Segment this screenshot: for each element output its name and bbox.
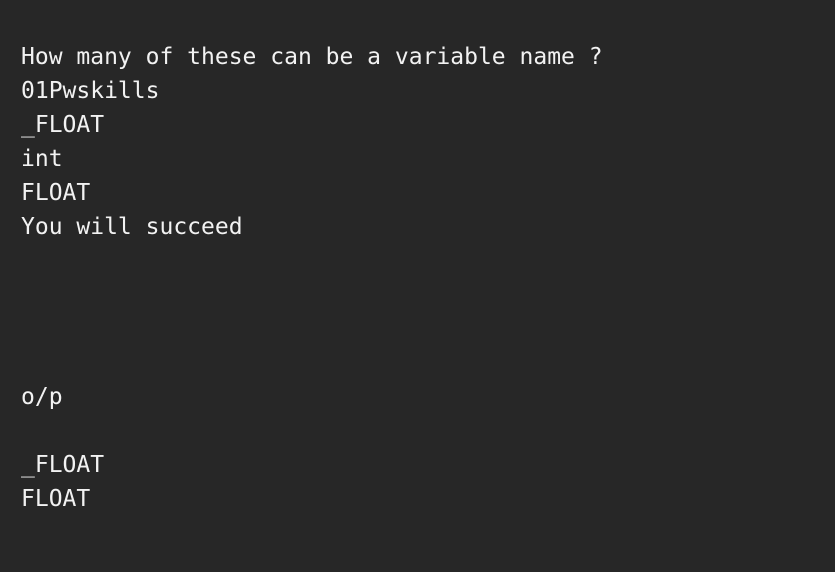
output-line: _FLOAT [21, 452, 105, 478]
option-line: FLOAT [21, 180, 91, 206]
question-line: How many of these can be a variable name… [21, 44, 603, 70]
option-line: _FLOAT [21, 112, 105, 138]
text-editor-area[interactable]: How many of these can be a variable name… [0, 0, 835, 572]
output-label: o/p [21, 384, 63, 410]
option-line: int [21, 146, 63, 172]
option-line: You will succeed [21, 214, 243, 240]
output-line: FLOAT [21, 486, 91, 512]
option-line: 01Pwskills [21, 78, 160, 104]
